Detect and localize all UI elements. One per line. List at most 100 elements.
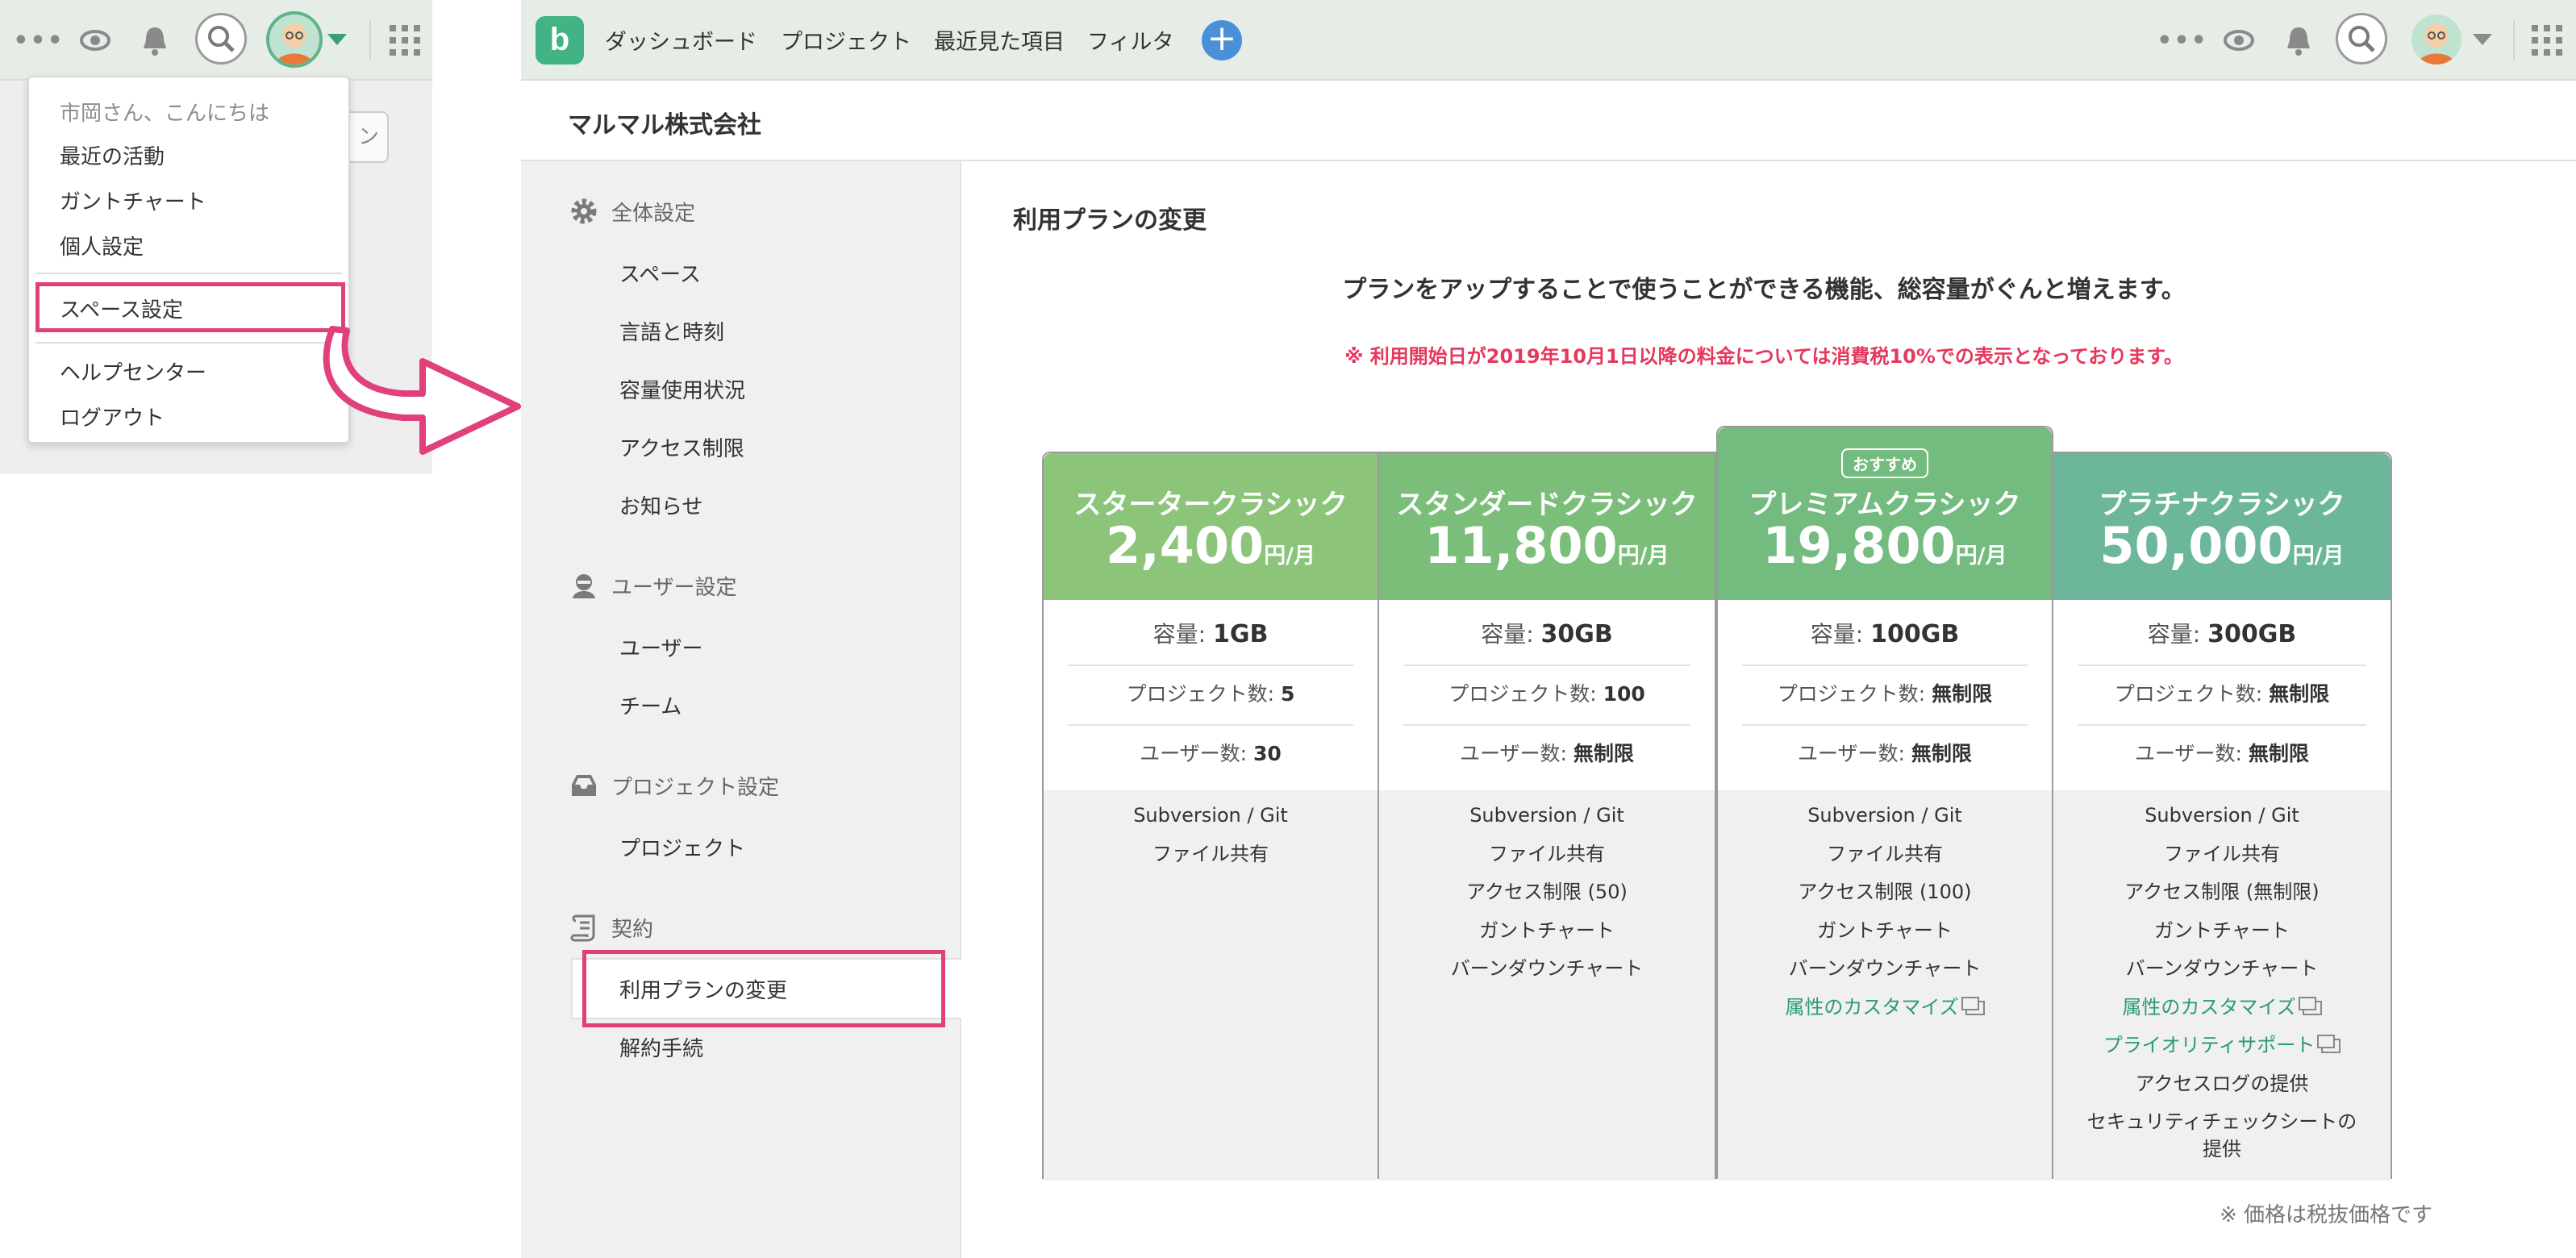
feature-item: セキュリティチェックシートの提供	[2053, 1108, 2391, 1163]
apps-grid-icon[interactable]	[387, 23, 423, 58]
feature-item: ファイル共有	[1379, 840, 1715, 868]
bell-icon[interactable]	[2281, 21, 2316, 60]
menu-item-logout[interactable]: ログアウト	[60, 402, 165, 431]
feature-label: アクセス制限 (無制限)	[2124, 881, 2320, 903]
spec-value: 30GB	[1540, 620, 1613, 648]
sidebar-item-language-time[interactable]: 言語と時刻	[619, 316, 724, 346]
eye-icon[interactable]	[77, 23, 113, 58]
user-menu-dropdown: 市岡さん、こんにちは 最近の活動 ガントチャート 個人設定 スペース設定 ヘルプ…	[27, 76, 350, 444]
plan-storage: 容量: 100GB	[1742, 605, 2028, 664]
spec-value: 無制限	[2248, 742, 2309, 765]
feature-link[interactable]: プライオリティサポート	[2053, 1031, 2391, 1059]
sidebar-item-access-restriction[interactable]: アクセス制限	[619, 432, 744, 462]
sidebar-item-cancel-contract[interactable]: 解約手続	[619, 1032, 703, 1062]
plan-storage: 容量: 1GB	[1068, 605, 1353, 664]
plan-header: おすすめ プレミアムクラシック 19,800円/月	[1718, 427, 2052, 600]
sidebar-section-general: 全体設定	[568, 195, 695, 227]
feature-label: 属性のカスタマイズ	[2122, 995, 2296, 1018]
feature-label: Subversion / Git	[1133, 804, 1288, 827]
sidebar-item-notices[interactable]: お知らせ	[619, 490, 702, 520]
tax-excluded-note: ※ 価格は税抜価格です	[2220, 1203, 2433, 1227]
add-button[interactable]: +	[1202, 20, 1242, 60]
menu-item-gantt-chart[interactable]: ガントチャート	[60, 185, 206, 215]
nav-dashboard[interactable]: ダッシュボード	[605, 24, 757, 56]
search-icon[interactable]	[2336, 13, 2387, 65]
menu-item-personal-settings[interactable]: 個人設定	[60, 231, 144, 260]
apps-grid-icon[interactable]	[2529, 23, 2565, 58]
spec-value: 1GB	[1212, 620, 1269, 648]
search-icon[interactable]	[195, 13, 247, 65]
plan-features: Subversion / Git ファイル共有アクセス制限 (50) ガントチャート…	[1379, 790, 1715, 1181]
sidebar-item-project[interactable]: プロジェクト	[619, 832, 745, 862]
plan-card[interactable]: スタータークラシック 2,400円/月 容量: 1GB プロジェクト数: 5 ユーザー数…	[1042, 452, 1379, 1181]
chevron-down-icon[interactable]	[2471, 29, 2494, 52]
nav-filter[interactable]: フィルタ	[1087, 24, 1173, 56]
feature-label: プライオリティサポート	[2103, 1034, 2315, 1056]
menu-divider	[35, 342, 342, 344]
feature-item: Subversion / Git	[1379, 802, 1715, 829]
company-name: マルマル株式会社	[568, 111, 761, 140]
chevron-down-icon[interactable]	[326, 29, 348, 52]
external-link-icon[interactable]	[1961, 996, 1985, 1015]
plan-price: 2,400円/月	[1044, 516, 1378, 575]
plan-price-amount: 50,000	[2099, 516, 2293, 575]
spec-value: 30	[1253, 742, 1282, 765]
spec-label: プロジェクト数:	[1126, 682, 1281, 706]
plan-storage: 容量: 30GB	[1403, 605, 1690, 664]
arrow-icon	[323, 326, 521, 455]
sidebar-section-title: 全体設定	[611, 201, 696, 226]
sidebar-item-teams[interactable]: チーム	[619, 690, 682, 720]
spec-label: ユーザー数:	[2135, 742, 2249, 765]
sidebar-item-users[interactable]: ユーザー	[619, 632, 702, 662]
avatar[interactable]	[2408, 11, 2465, 68]
sidebar-section-contract: 契約	[568, 911, 653, 944]
spec-value: 無制限	[2269, 682, 2330, 706]
feature-label: アクセス制限 (50)	[1466, 881, 1628, 903]
external-link-icon[interactable]	[2317, 1035, 2341, 1053]
external-link-icon[interactable]	[2298, 996, 2322, 1015]
plan-features: Subversion / Git ファイル共有	[1044, 790, 1378, 1181]
plan-features: Subversion / Git ファイル共有 アクセス制限 (100) ガントチャー…	[1718, 790, 2052, 1181]
plan-card[interactable]: プラチナクラシック 50,000円/月 容量: 300GB プロジェクト数: 無制限ユ…	[2053, 452, 2392, 1181]
logo[interactable]: b	[536, 16, 584, 65]
sidebar-section-title: 契約	[611, 917, 654, 942]
menu-item-recent-activity[interactable]: 最近の活動	[60, 140, 165, 170]
sidebar-section-users: ユーザー設定	[568, 569, 736, 602]
spec-label: 容量:	[1153, 621, 1213, 648]
spec-label: 容量:	[2147, 621, 2208, 648]
sidebar-item-storage-usage[interactable]: 容量使用状況	[619, 374, 745, 404]
menu-item-help-center[interactable]: ヘルプセンター	[60, 356, 206, 386]
nav-recent-items[interactable]: 最近見た項目	[934, 24, 1065, 56]
more-dots-icon[interactable]: •••	[2157, 24, 2207, 56]
spec-value: 無制限	[1932, 682, 1993, 706]
feature-label: バーンダウンチャート	[2125, 957, 2319, 980]
plan-price-unit: 円/月	[1617, 544, 1669, 569]
plan-price-amount: 11,800	[1424, 516, 1618, 575]
feature-label: ガントチャート	[1817, 919, 1953, 942]
plan-header: スタンダードクラシック 11,800円/月	[1379, 453, 1715, 600]
more-dots-icon[interactable]: •••	[13, 24, 63, 56]
bell-icon[interactable]	[137, 21, 173, 60]
spec-label: ユーザー数:	[1460, 742, 1574, 765]
plan-card[interactable]: スタンダードクラシック 11,800円/月 容量: 30GB プロジェクト数: 100…	[1379, 452, 1716, 1181]
eye-icon[interactable]	[2221, 23, 2257, 58]
feature-item: ガントチャート	[2053, 917, 2391, 944]
feature-link[interactable]: 属性のカスタマイズ	[2053, 993, 2391, 1021]
plan-price-amount: 19,800	[1762, 516, 1956, 575]
inbox-icon	[568, 769, 600, 802]
plan-card[interactable]: おすすめ プレミアムクラシック 19,800円/月 容量: 100GB プロジェクト数:…	[1716, 426, 2053, 1181]
sidebar-section-projects: プロジェクト設定	[568, 769, 779, 802]
spec-value: 無制限	[1573, 742, 1634, 765]
sidebar-item-space[interactable]: スペース	[619, 258, 701, 288]
feature-item: Subversion / Git	[1044, 802, 1378, 829]
feature-label: 属性のカスタマイズ	[1785, 995, 1959, 1018]
feature-item: ガントチャート	[1379, 917, 1715, 944]
spec-label: プロジェクト数:	[1448, 682, 1603, 706]
avatar[interactable]	[266, 11, 323, 68]
plan-price: 50,000円/月	[2053, 516, 2391, 575]
nav-projects[interactable]: プロジェクト	[781, 24, 911, 56]
feature-item: アクセス制限 (無制限)	[2053, 878, 2391, 906]
feature-link[interactable]: 属性のカスタマイズ	[1718, 993, 2052, 1021]
spec-value: 300GB	[2207, 620, 2297, 648]
menu-divider	[35, 273, 342, 274]
